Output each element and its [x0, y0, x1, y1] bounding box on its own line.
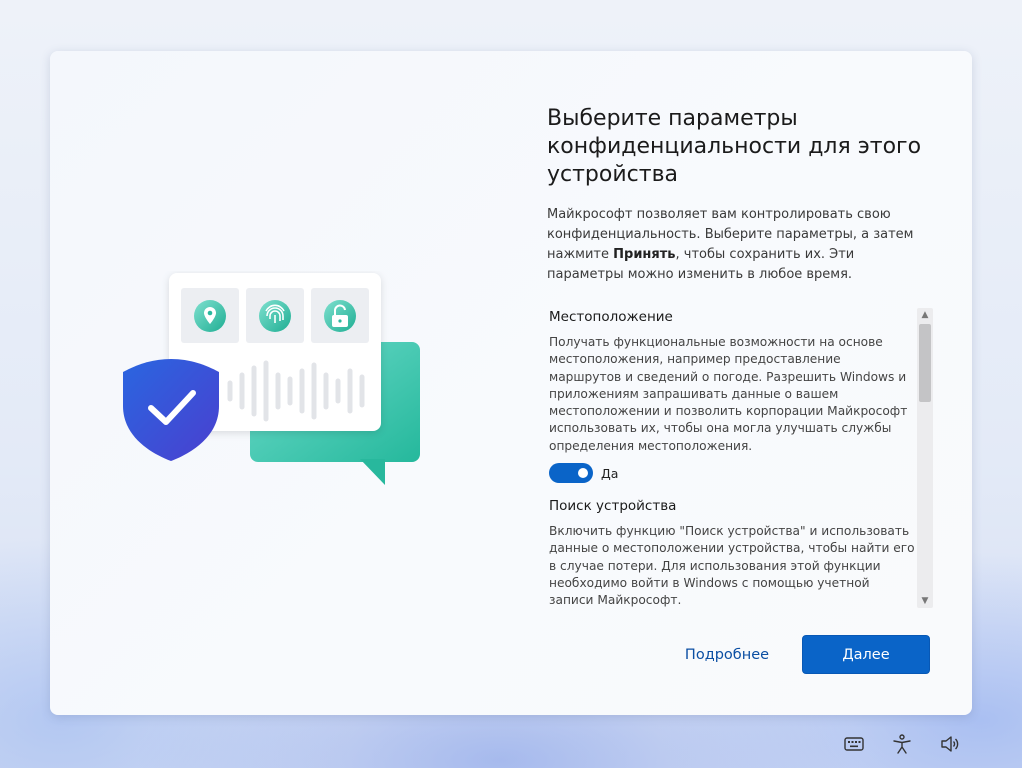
unlock-icon	[324, 300, 356, 332]
volume-icon[interactable]	[939, 733, 961, 755]
privacy-illustration	[123, 273, 420, 485]
location-toggle-row: Да	[549, 463, 915, 484]
shield-check-icon	[123, 359, 219, 461]
location-toggle[interactable]	[549, 463, 593, 484]
page-title: Выберите параметры конфиденциальности дл…	[547, 106, 922, 187]
fingerprint-icon	[259, 300, 291, 332]
accessibility-icon[interactable]	[891, 733, 913, 755]
keyboard-icon[interactable]	[843, 733, 865, 755]
intro-text: Майкрософт позволяет вам контролировать …	[547, 205, 917, 285]
learn-more-button[interactable]: Подробнее	[676, 635, 778, 675]
scrollbar-thumb[interactable]	[919, 324, 931, 402]
location-toggle-label: Да	[601, 465, 619, 481]
next-button[interactable]: Далее	[802, 635, 930, 674]
location-pin-icon	[194, 300, 226, 332]
toggle-knob	[578, 468, 588, 479]
scrollbar[interactable]: ▲ ▼	[917, 308, 933, 608]
location-title: Местоположение	[549, 309, 673, 325]
find-device-section: Поиск устройства Включить функцию "Поиск…	[549, 497, 915, 608]
find-device-description: Включить функцию "Поиск устройства" и ис…	[549, 524, 915, 608]
settings-scroll-area[interactable]: Местоположение Получать функциональные в…	[549, 308, 915, 608]
location-description: Получать функциональные возможности на о…	[549, 335, 908, 453]
intro-text-accept: Принять	[613, 247, 676, 262]
find-device-title: Поиск устройства	[549, 498, 677, 515]
scroll-up-icon[interactable]: ▲	[917, 308, 933, 322]
location-section: Местоположение Получать функциональные в…	[549, 308, 915, 484]
privacy-dialog: Выберите параметры конфиденциальности дл…	[50, 51, 972, 715]
scroll-down-icon[interactable]: ▼	[917, 594, 933, 608]
